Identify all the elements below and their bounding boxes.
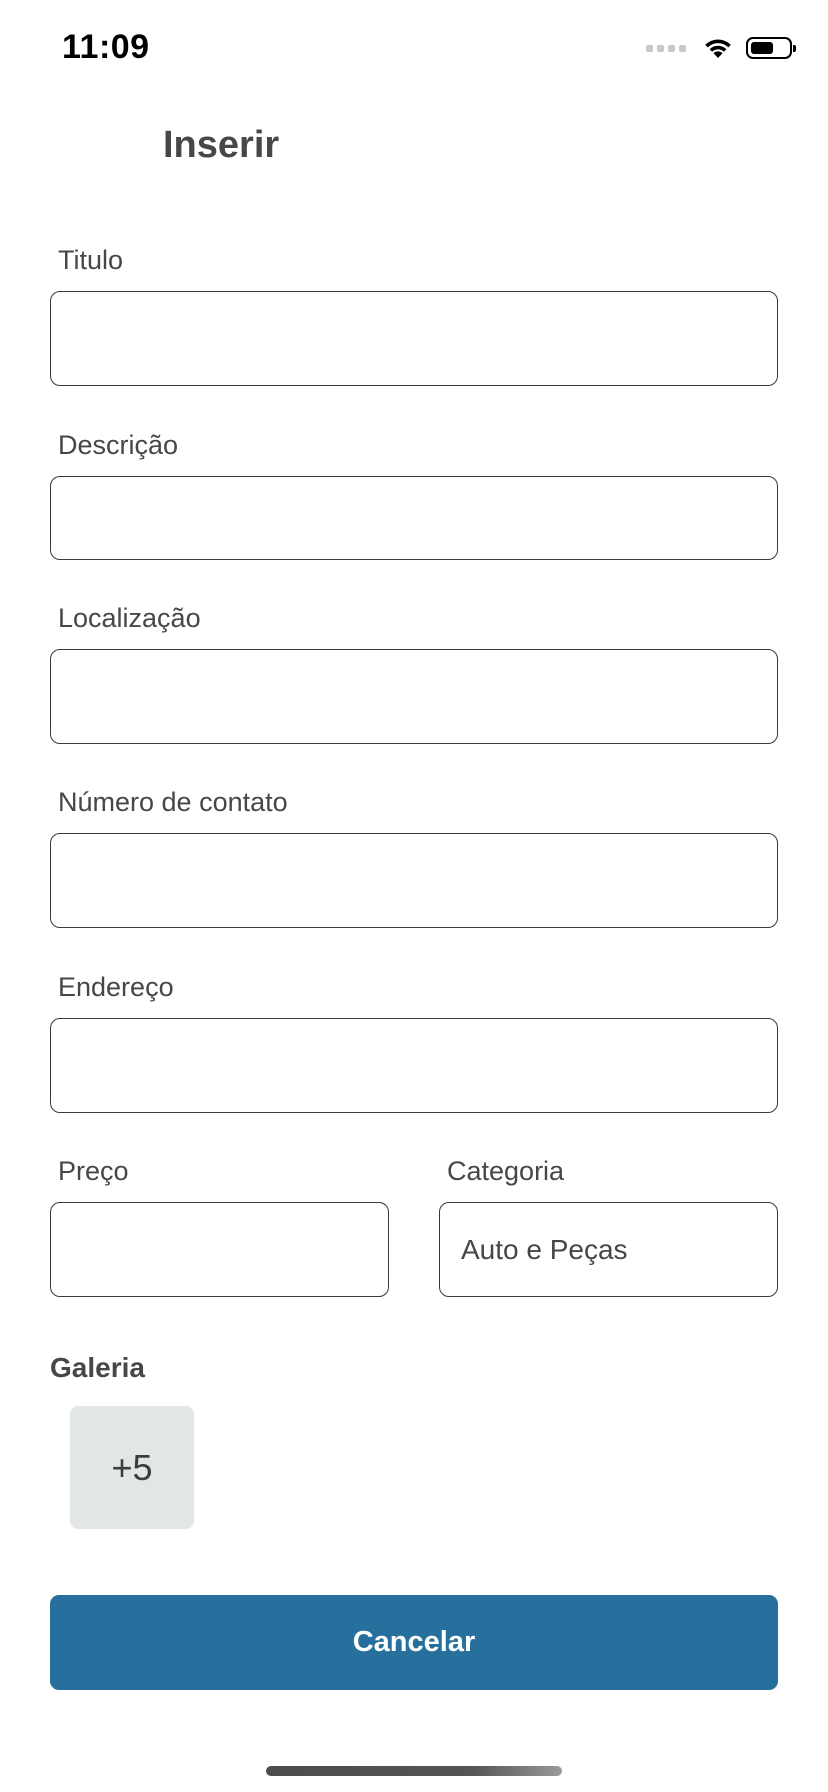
localizacao-label: Localização bbox=[58, 603, 201, 633]
cancel-button[interactable]: Cancelar bbox=[50, 1595, 778, 1690]
categoria-selected-value: Auto e Peças bbox=[461, 1233, 628, 1265]
titulo-label: Titulo bbox=[58, 245, 124, 275]
page-title: Inserir bbox=[163, 124, 280, 166]
categoria-label: Categoria bbox=[447, 1156, 565, 1186]
localizacao-input[interactable] bbox=[50, 649, 778, 744]
endereco-label: Endereço bbox=[58, 972, 174, 1002]
status-time: 11:09 bbox=[62, 28, 150, 66]
titulo-input[interactable] bbox=[50, 291, 778, 386]
gallery-more-count: +5 bbox=[111, 1446, 153, 1488]
descricao-input[interactable] bbox=[50, 476, 778, 560]
numero-contato-label: Número de contato bbox=[58, 787, 288, 817]
battery-level bbox=[751, 42, 773, 54]
home-indicator[interactable] bbox=[266, 1766, 562, 1776]
gallery-more-tile[interactable]: +5 bbox=[70, 1406, 194, 1529]
cancel-button-label: Cancelar bbox=[352, 1626, 476, 1658]
battery-icon bbox=[746, 37, 796, 59]
status-indicators bbox=[646, 36, 796, 60]
descricao-label: Descrição bbox=[58, 430, 179, 460]
numero-contato-input[interactable] bbox=[50, 833, 778, 928]
endereco-input[interactable] bbox=[50, 1018, 778, 1113]
gallery-title: Galeria bbox=[50, 1352, 145, 1383]
cellular-signal-icon bbox=[646, 44, 686, 52]
status-bar: 11:09 bbox=[0, 0, 828, 100]
preco-label: Preço bbox=[58, 1156, 129, 1186]
wifi-icon bbox=[705, 39, 731, 58]
preco-input[interactable] bbox=[50, 1202, 389, 1297]
categoria-select[interactable]: Auto e Peças bbox=[439, 1202, 778, 1297]
